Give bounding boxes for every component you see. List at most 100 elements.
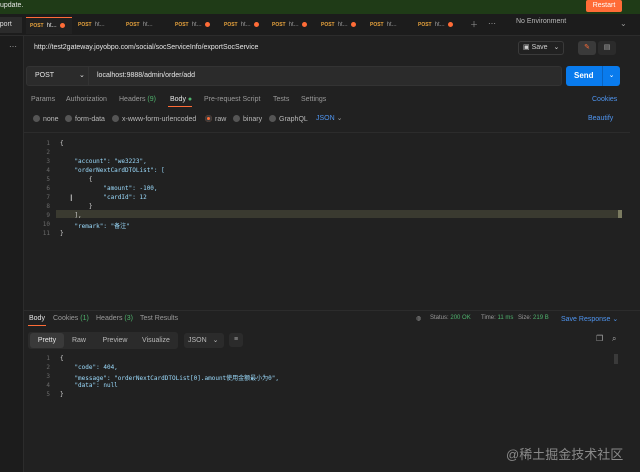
save-response-button[interactable]: Save Response ⌄ xyxy=(561,315,618,323)
response-format-select[interactable]: JSON ⌄ xyxy=(184,333,224,348)
environment-select[interactable]: No Environment xyxy=(516,18,566,25)
radio-label: form-data xyxy=(75,116,105,123)
headers-count: (9) xyxy=(147,96,156,103)
headers-label: Headers xyxy=(119,96,146,103)
status-label: Status: xyxy=(430,315,449,321)
tab-body[interactable]: Body ● xyxy=(170,96,192,103)
request-tab[interactable]: POST ht... xyxy=(418,17,462,34)
line-number: 1 xyxy=(46,140,50,147)
tab-method: POST xyxy=(126,22,140,28)
documentation-icon[interactable]: ▤ xyxy=(598,41,616,55)
chevron-down-icon[interactable]: ⌄ xyxy=(620,19,627,28)
watermark: @稀土掘金技术社区 xyxy=(506,447,624,462)
line-number: 2 xyxy=(46,364,50,371)
request-tab[interactable]: POST ht... xyxy=(370,17,414,34)
request-tab[interactable]: POST ht... xyxy=(272,17,316,34)
size-readout[interactable]: Size: 219 B xyxy=(518,315,549,321)
send-options-chevron-icon[interactable]: ⌄ xyxy=(602,66,620,86)
unsaved-dot-icon xyxy=(350,21,356,27)
body-language-select[interactable]: JSON ⌄ xyxy=(316,114,343,122)
copy-icon[interactable]: ❐ xyxy=(596,334,603,343)
request-tab[interactable]: POST ht... xyxy=(126,17,170,34)
plus-icon[interactable]: ＋ xyxy=(470,19,478,30)
tab-tests[interactable]: Tests xyxy=(273,96,289,103)
active-tab-indicator xyxy=(168,106,192,107)
resp-tab-headers[interactable]: Headers (3) xyxy=(96,315,133,322)
line-number: 3 xyxy=(46,158,50,165)
tab-pre-request-script[interactable]: Pre-request Script xyxy=(204,96,260,103)
request-tab[interactable]: POST ht... xyxy=(224,17,268,34)
beautify-link[interactable]: Beautify xyxy=(588,115,613,122)
unsaved-dot-icon xyxy=(301,21,307,27)
save-icon: ▣ xyxy=(523,44,532,51)
radio-raw[interactable]: raw xyxy=(205,115,226,123)
radio-binary[interactable]: binary xyxy=(233,115,262,123)
radio-form-data[interactable]: form-data xyxy=(65,115,105,123)
chevron-down-icon: ⌄ xyxy=(612,316,619,323)
url-input[interactable]: localhost:9888/admin/order/add xyxy=(88,66,562,86)
code-line: { xyxy=(60,355,64,362)
wrap-lines-icon[interactable]: ≡ xyxy=(229,333,243,347)
more-icon[interactable]: ⋯ xyxy=(9,42,17,51)
time-readout[interactable]: Time: 11 ms xyxy=(481,315,513,321)
code-line: "remark": "备注" xyxy=(60,223,130,230)
headers-count: (3) xyxy=(124,315,133,322)
tab-method: POST xyxy=(418,22,432,28)
view-pretty[interactable]: Pretty xyxy=(30,333,64,348)
save-response-label: Save Response xyxy=(561,316,611,323)
unsaved-dot-icon xyxy=(59,22,65,28)
tab-method: POST xyxy=(272,22,286,28)
line-number: 2 xyxy=(46,149,50,156)
request-tab[interactable]: POST ht... xyxy=(26,17,72,34)
radio-none[interactable]: none xyxy=(33,115,59,123)
response-scrollbar[interactable] xyxy=(614,354,618,364)
size-value: 219 B xyxy=(533,315,549,321)
ellipsis-icon[interactable]: ⋯ xyxy=(488,19,496,28)
chevron-down-icon: ⌄ xyxy=(553,44,560,51)
resp-tab-test-results[interactable]: Test Results xyxy=(140,315,178,322)
tab-params[interactable]: Params xyxy=(31,96,55,103)
line-number: 10 xyxy=(42,221,50,228)
view-visualize[interactable]: Visualize xyxy=(136,333,176,348)
status-readout[interactable]: Status: 200 OK xyxy=(430,315,471,321)
radio-graphql[interactable]: GraphQL xyxy=(269,115,308,123)
view-raw[interactable]: Raw xyxy=(64,333,94,348)
method-select[interactable]: POST ⌄ xyxy=(26,66,90,86)
globe-icon[interactable]: ◍ xyxy=(416,315,421,322)
search-icon[interactable]: ⌕ xyxy=(612,334,616,344)
code-line: "amount": -100, xyxy=(60,185,158,192)
resp-tab-body[interactable]: Body xyxy=(29,315,45,322)
response-divider[interactable] xyxy=(24,310,640,311)
unsaved-dot-icon xyxy=(204,21,210,27)
restart-button[interactable]: Restart xyxy=(586,0,622,12)
code-line: { xyxy=(60,176,93,183)
edit-icon[interactable]: ✎ xyxy=(578,41,596,55)
tab-headers[interactable]: Headers (9) xyxy=(119,96,156,103)
radio-icon xyxy=(233,115,240,122)
view-preview[interactable]: Preview xyxy=(96,333,134,348)
body-label: Body xyxy=(170,96,186,103)
radio-selected-icon xyxy=(205,115,212,122)
request-tab[interactable]: POST ht... xyxy=(175,17,219,34)
code-line: "cardId": 12 xyxy=(60,194,147,201)
line-number: 1 xyxy=(46,355,50,362)
resp-tab-cookies[interactable]: Cookies (1) xyxy=(53,315,89,322)
save-button[interactable]: ▣ Save ⌄ xyxy=(518,41,564,55)
request-tab[interactable]: POST ht... xyxy=(321,17,365,34)
radio-label: binary xyxy=(243,116,263,123)
unsaved-dot-icon xyxy=(253,21,259,27)
line-number: 11 xyxy=(42,230,50,237)
tab-name: ht... xyxy=(434,22,445,28)
request-tab[interactable]: POST ht... xyxy=(78,17,122,34)
request-title[interactable]: http://test2gateway.joyobpo.com/social/s… xyxy=(34,44,258,51)
cookies-link[interactable]: Cookies xyxy=(592,96,617,103)
radio-label: GraphQL xyxy=(279,116,308,123)
time-label: Time: xyxy=(481,315,496,321)
import-button[interactable]: Import xyxy=(0,17,22,33)
time-value: 11 ms xyxy=(497,315,514,321)
tab-authorization[interactable]: Authorization xyxy=(66,96,107,103)
current-line-highlight xyxy=(56,210,618,218)
radio-urlencoded[interactable]: x-www-form-urlencoded xyxy=(112,115,196,123)
tab-settings[interactable]: Settings xyxy=(301,96,326,103)
update-banner xyxy=(0,0,640,14)
